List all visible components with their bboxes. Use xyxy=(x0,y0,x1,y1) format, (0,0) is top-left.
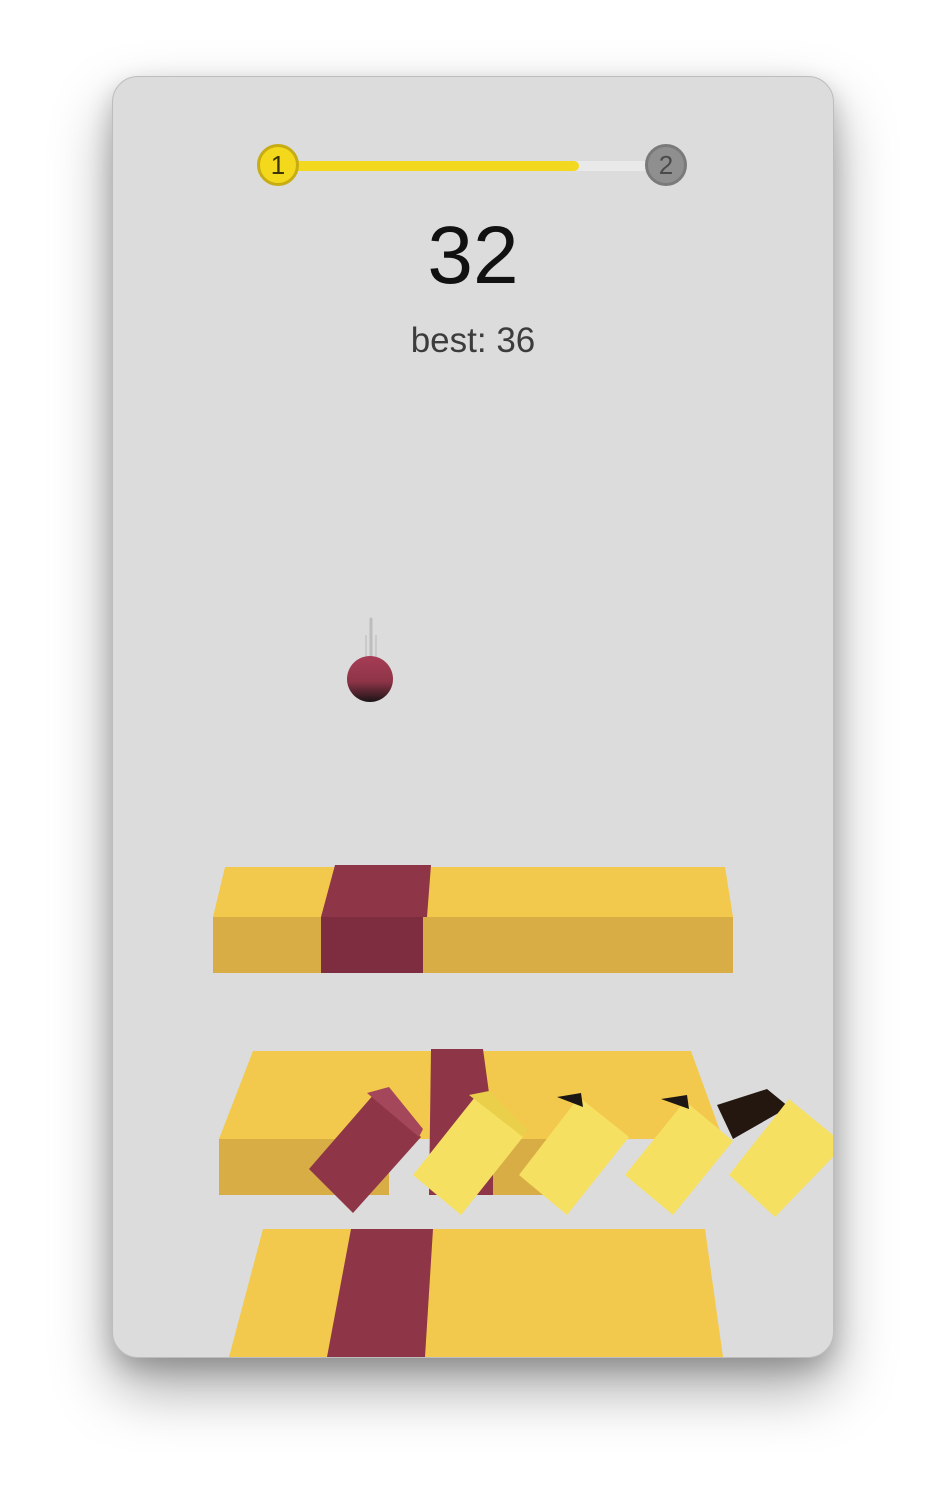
ball-trail xyxy=(365,617,377,663)
platform-2 xyxy=(219,1049,833,1217)
current-level-badge: 1 xyxy=(257,144,299,186)
platform-1 xyxy=(213,865,733,973)
danger-segment-1-front xyxy=(321,917,423,973)
progress-fill xyxy=(279,161,579,171)
level-progress: 1 2 xyxy=(253,143,693,191)
player-ball xyxy=(347,656,393,702)
platform-3 xyxy=(229,1229,723,1357)
current-score: 32 xyxy=(427,210,519,301)
danger-segment-1-top xyxy=(321,865,431,917)
game-screen[interactable]: 1 2 32 best: 36 xyxy=(112,76,834,1358)
progress-track xyxy=(279,161,663,171)
best-score: best: 36 xyxy=(410,321,536,360)
screenshot-stage: 1 2 32 best: 36 xyxy=(0,0,944,1504)
next-level-badge: 2 xyxy=(645,144,687,186)
